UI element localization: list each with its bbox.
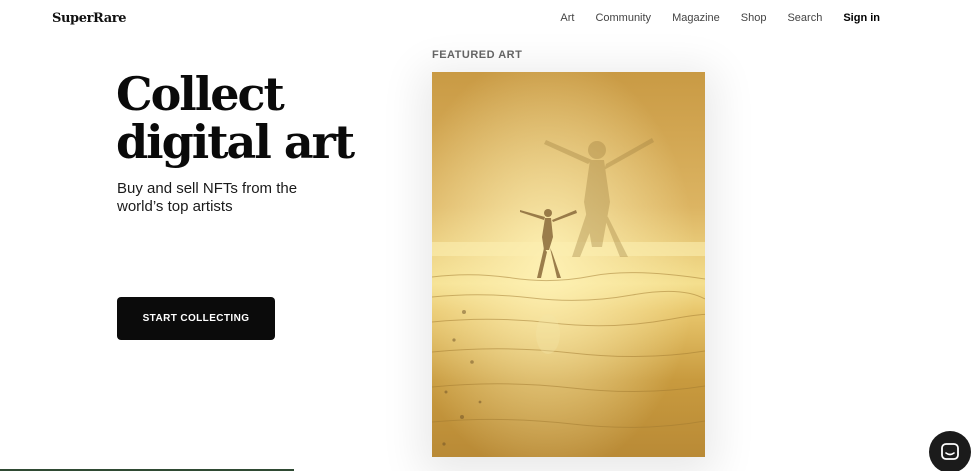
featured-artwork[interactable] — [432, 72, 705, 457]
nav-item-magazine[interactable]: Magazine — [672, 12, 720, 24]
featured-artwork-image — [432, 72, 705, 457]
chat-launcher-button[interactable] — [929, 431, 971, 471]
nav-item-shop[interactable]: Shop — [741, 12, 767, 24]
hero-subtitle: Buy and sell NFTs from the world’s top a… — [117, 180, 298, 215]
page: SuperRare Art Community Magazine Shop Se… — [0, 0, 976, 471]
nav-item-search[interactable]: Search — [787, 12, 822, 24]
hero-headline: Collect digital art — [116, 67, 355, 169]
chat-icon — [941, 443, 959, 460]
nav-item-community[interactable]: Community — [595, 12, 651, 24]
nav-item-art[interactable]: Art — [560, 12, 574, 24]
superrare-logo[interactable]: SuperRare — [52, 11, 127, 26]
start-collecting-button[interactable]: START COLLECTING — [117, 297, 275, 340]
sign-in-link[interactable]: Sign in — [843, 12, 880, 24]
top-nav: Art Community Magazine Shop Search Sign … — [560, 12, 880, 24]
featured-art-label: FEATURED ART — [432, 49, 523, 61]
